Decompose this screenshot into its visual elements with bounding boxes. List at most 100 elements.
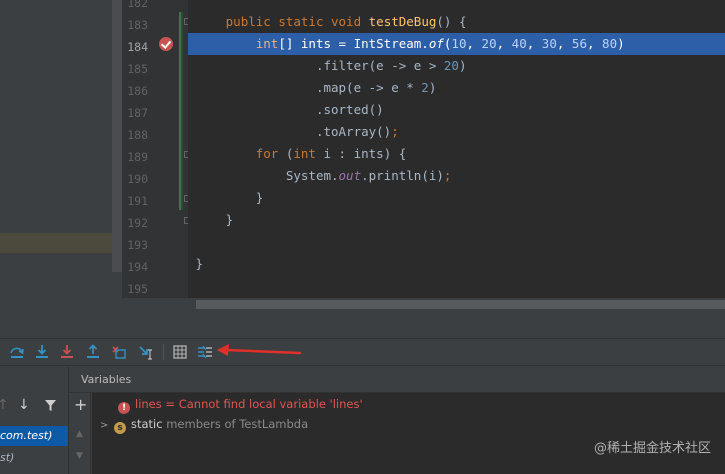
code-token: .map(e -> e * (315, 80, 422, 95)
code-token: ) (458, 58, 467, 73)
code-token: 56 (571, 36, 587, 51)
variable-separator: = (161, 397, 179, 411)
variable-static-members: members of TestLambda (162, 417, 309, 431)
variable-row-static[interactable]: > s static members of TestLambda (100, 414, 308, 434)
vcs-change-marker[interactable] (179, 12, 183, 210)
variables-tree[interactable]: ! lines = Cannot find local variable 'lin… (92, 393, 725, 474)
code-line[interactable]: } (188, 187, 725, 209)
force-step-into-icon[interactable] (58, 343, 76, 361)
frames-panel: ↑ ↓ com.test) st) (0, 367, 68, 474)
down-arrow-icon[interactable]: ▼ (76, 451, 83, 461)
trace-stream-icon[interactable] (196, 343, 214, 361)
code-token: int (293, 146, 324, 161)
down-arrow-icon[interactable]: ↓ (18, 397, 30, 413)
code-line-execution-point[interactable]: int[] ints = IntStream.of(10, 20, 40, 30… (188, 33, 725, 55)
line-number[interactable]: 193 (122, 234, 148, 256)
code-token: of (428, 36, 444, 51)
variable-row-error[interactable]: ! lines = Cannot find local variable 'lin… (118, 394, 363, 414)
line-number[interactable]: 188 (122, 124, 148, 146)
line-number[interactable]: 189 (122, 146, 148, 168)
line-number[interactable]: 186 (122, 80, 148, 102)
code-token: i : ints) { (323, 146, 407, 161)
variable-name: lines (135, 397, 162, 411)
code-line[interactable] (188, 275, 725, 297)
filter-icon[interactable] (44, 397, 57, 416)
step-over-icon[interactable] (8, 343, 26, 361)
code-line[interactable]: for (int i : ints) { (188, 143, 725, 165)
code-token: testDeBug (368, 14, 437, 29)
code-token: ; (391, 124, 399, 139)
code-token: ) (617, 36, 625, 51)
code-token: () { (436, 14, 467, 29)
drop-frame-icon[interactable] (110, 343, 128, 361)
code-token: } (225, 212, 234, 227)
code-editor[interactable]: public static void testDeBug() { int[] i… (188, 0, 725, 298)
line-number[interactable]: 195 (122, 278, 148, 300)
code-line[interactable]: .map(e -> e * 2) (188, 77, 725, 99)
code-token: 2 (421, 80, 429, 95)
code-token: } (195, 256, 204, 271)
watermark: @稀土掘金技术社区 (593, 441, 711, 456)
code-token: ; (443, 168, 452, 183)
static-icon: s (114, 422, 126, 434)
code-token: for (255, 146, 286, 161)
frames-toolbar: ↑ ↓ (0, 395, 68, 413)
code-line[interactable]: } (188, 253, 725, 275)
project-scrollbar[interactable] (112, 0, 122, 272)
code-token: .filter(e -> e > (315, 58, 444, 73)
code-token: 30 (541, 36, 557, 51)
line-number[interactable]: 182 (122, 0, 148, 14)
chevron-right-icon[interactable]: > (100, 416, 114, 436)
code-token: , (556, 36, 572, 51)
debug-toolbar (0, 338, 725, 366)
code-token: public static void (225, 14, 369, 29)
code-line[interactable]: } (188, 209, 725, 231)
line-number[interactable]: 191 (122, 190, 148, 212)
annotation-arrow-icon (217, 344, 302, 356)
step-out-icon[interactable] (84, 343, 102, 361)
code-token: 10 (451, 36, 467, 51)
code-line[interactable]: .filter(e -> e > 20) (188, 55, 725, 77)
project-scrollbar-track (112, 272, 122, 298)
code-token: , (496, 36, 512, 51)
code-line[interactable]: public static void testDeBug() { (188, 11, 725, 33)
code-line[interactable]: .sorted() (188, 99, 725, 121)
frame-item[interactable]: com.test) (0, 426, 68, 446)
code-token: 20 (443, 58, 459, 73)
line-number[interactable]: 187 (122, 102, 148, 124)
line-number[interactable]: 183 (122, 14, 148, 36)
up-arrow-icon[interactable]: ▲ (76, 429, 83, 439)
code-token: 20 (481, 36, 497, 51)
code-line[interactable]: System.out.println(i); (188, 165, 725, 187)
code-token: , (526, 36, 542, 51)
code-token: ) (428, 80, 437, 95)
line-number[interactable]: 184 (122, 36, 148, 58)
project-selected-row[interactable] (0, 233, 112, 253)
variable-error-message: Cannot find local variable 'lines' (178, 397, 363, 411)
run-to-cursor-icon[interactable] (137, 343, 155, 361)
line-number[interactable]: 192 (122, 212, 148, 234)
code-token: 40 (511, 36, 527, 51)
line-number[interactable]: 185 (122, 58, 148, 80)
code-token: } (255, 190, 264, 205)
editor-horizontal-scrollbar[interactable] (196, 300, 725, 309)
step-into-icon[interactable] (33, 343, 51, 361)
line-number[interactable]: 194 (122, 256, 148, 278)
code-line[interactable] (188, 231, 725, 253)
add-watch-icon[interactable]: + (74, 395, 87, 414)
variables-title: Variables (81, 373, 132, 386)
up-arrow-icon[interactable]: ↑ (0, 397, 9, 413)
code-token: int (255, 36, 279, 51)
code-token: out (338, 168, 362, 183)
frame-item[interactable]: st) (0, 448, 68, 468)
error-icon: ! (118, 402, 130, 414)
code-token: [] ints = IntStream. (278, 36, 429, 51)
evaluate-expression-icon[interactable] (171, 343, 189, 361)
code-line[interactable]: .toArray(); (188, 121, 725, 143)
breakpoint-icon[interactable] (159, 37, 173, 51)
code-token: , (586, 36, 603, 51)
toolbar-separator (163, 344, 164, 360)
code-token: .sorted() (315, 102, 384, 117)
variables-header: Variables (69, 367, 725, 393)
line-number[interactable]: 190 (122, 168, 148, 190)
